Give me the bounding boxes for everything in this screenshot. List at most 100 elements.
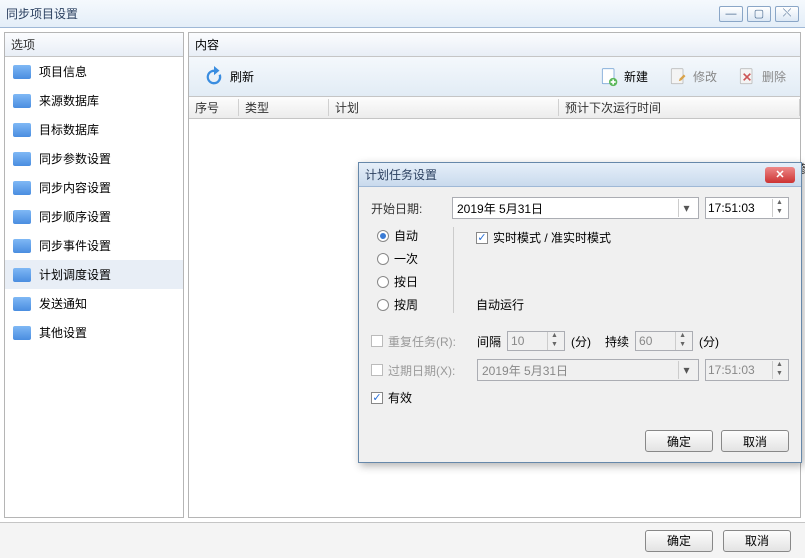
folder-icon — [13, 152, 31, 166]
duration-input[interactable]: 60 ▲▼ — [635, 331, 693, 351]
radio-daily[interactable]: 按日 — [377, 273, 453, 290]
time-spinner-icon[interactable]: ▲▼ — [772, 199, 786, 217]
window-controls: — ▢ ⤬ — [719, 6, 799, 22]
auto-run-text: 自动运行 — [476, 296, 789, 313]
duration-label: 持续 — [605, 333, 629, 350]
folder-icon — [13, 210, 31, 224]
sidebar-item-target-db[interactable]: 目标数据库 — [5, 115, 183, 144]
schedule-dialog: 计划任务设置 ✕ 开始日期: 2019年 5月31日 ▾ 17:51:03 ▲▼… — [358, 162, 802, 463]
edit-button[interactable]: 修改 — [660, 63, 725, 91]
main-cancel-button[interactable]: 取消 — [723, 530, 791, 552]
sidebar-item-label: 发送通知 — [39, 295, 87, 312]
th-plan[interactable]: 计划 — [329, 99, 559, 116]
mode-details: 实时模式 / 准实时模式 自动运行 — [453, 227, 789, 313]
dialog-ok-button[interactable]: 确定 — [645, 430, 713, 452]
radio-icon — [377, 276, 389, 288]
dialog-titlebar[interactable]: 计划任务设置 ✕ — [359, 163, 801, 187]
sidebar-list: 项目信息 来源数据库 目标数据库 同步参数设置 同步内容设置 同步顺序设置 同步… — [5, 57, 183, 517]
folder-icon — [13, 239, 31, 253]
main-footer: 确定 取消 — [0, 522, 805, 558]
folder-icon — [13, 268, 31, 282]
folder-icon — [13, 297, 31, 311]
maximize-button[interactable]: ▢ — [747, 6, 771, 22]
new-icon — [599, 67, 619, 87]
sidebar-item-label: 同步内容设置 — [39, 179, 111, 196]
time-spinner-icon[interactable]: ▲▼ — [772, 361, 786, 379]
expire-date-input[interactable]: 2019年 5月31日 ▾ — [477, 359, 699, 381]
sidebar-item-notify[interactable]: 发送通知 — [5, 289, 183, 318]
delete-button[interactable]: 删除 — [729, 63, 794, 91]
th-seq[interactable]: 序号 — [189, 99, 239, 116]
calendar-dropdown-icon[interactable]: ▾ — [678, 199, 694, 217]
radio-once[interactable]: 一次 — [377, 250, 453, 267]
expire-time-input[interactable]: 17:51:03 ▲▼ — [705, 359, 789, 381]
checkbox-icon — [371, 335, 383, 347]
new-label: 新建 — [624, 68, 648, 85]
start-date-row: 开始日期: 2019年 5月31日 ▾ 17:51:03 ▲▼ — [371, 197, 789, 219]
sidebar-item-label: 目标数据库 — [39, 121, 99, 138]
sidebar-item-sync-order[interactable]: 同步顺序设置 — [5, 202, 183, 231]
interval-value: 10 — [511, 334, 524, 348]
expire-row: 过期日期(X): 2019年 5月31日 ▾ 17:51:03 ▲▼ — [371, 359, 789, 381]
expire-date-value: 2019年 5月31日 — [482, 362, 568, 379]
start-date-value: 2019年 5月31日 — [457, 200, 543, 217]
refresh-icon — [203, 66, 225, 88]
valid-row: 有效 — [371, 389, 789, 406]
th-next-run[interactable]: 预计下次运行时间 — [559, 99, 800, 116]
repeat-label: 重复任务(R): — [388, 333, 456, 350]
th-type[interactable]: 类型 — [239, 99, 329, 116]
radio-label: 按周 — [394, 296, 418, 313]
folder-icon — [13, 123, 31, 137]
sidebar-item-label: 项目信息 — [39, 63, 87, 80]
radio-weekly[interactable]: 按周 — [377, 296, 453, 313]
sidebar: 选项 项目信息 来源数据库 目标数据库 同步参数设置 同步内容设置 同步顺序设置… — [4, 32, 184, 518]
sidebar-item-label: 同步事件设置 — [39, 237, 111, 254]
spinner-icon[interactable]: ▲▼ — [547, 332, 561, 350]
refresh-label: 刷新 — [230, 68, 254, 85]
expire-checkbox[interactable]: 过期日期(X): — [371, 362, 471, 379]
radio-label: 按日 — [394, 273, 418, 290]
sidebar-item-schedule[interactable]: 计划调度设置 — [5, 260, 183, 289]
dialog-title: 计划任务设置 — [365, 166, 765, 183]
sidebar-item-sync-content[interactable]: 同步内容设置 — [5, 173, 183, 202]
sidebar-item-source-db[interactable]: 来源数据库 — [5, 86, 183, 115]
toolbar: 刷新 新建 修改 删除 — [189, 57, 800, 97]
main-ok-button[interactable]: 确定 — [645, 530, 713, 552]
sidebar-item-sync-events[interactable]: 同步事件设置 — [5, 231, 183, 260]
start-time-input[interactable]: 17:51:03 ▲▼ — [705, 197, 789, 219]
valid-label: 有效 — [388, 389, 412, 406]
window-title: 同步项目设置 — [6, 5, 719, 22]
valid-checkbox[interactable]: 有效 — [371, 389, 412, 406]
start-date-input[interactable]: 2019年 5月31日 ▾ — [452, 197, 699, 219]
realtime-checkbox[interactable]: 实时模式 / 准实时模式 — [476, 229, 789, 246]
duration-unit: (分) — [699, 333, 719, 350]
folder-icon — [13, 94, 31, 108]
radio-auto[interactable]: 自动 — [377, 227, 453, 244]
spinner-icon[interactable]: ▲▼ — [675, 332, 689, 350]
sidebar-item-other[interactable]: 其他设置 — [5, 318, 183, 347]
sidebar-item-sync-params[interactable]: 同步参数设置 — [5, 144, 183, 173]
folder-icon — [13, 181, 31, 195]
minimize-button[interactable]: — — [719, 6, 743, 22]
repeat-row: 重复任务(R): 间隔 10▲▼ (分) 持续 60▲▼ (分) — [371, 331, 789, 351]
new-button[interactable]: 新建 — [591, 63, 656, 91]
radio-icon — [377, 299, 389, 311]
sidebar-item-project-info[interactable]: 项目信息 — [5, 57, 183, 86]
refresh-button[interactable]: 刷新 — [195, 62, 262, 92]
sidebar-item-label: 同步参数设置 — [39, 150, 111, 167]
dialog-buttons: 确定 取消 — [359, 424, 801, 462]
dialog-close-button[interactable]: ✕ — [765, 167, 795, 183]
sidebar-item-label: 来源数据库 — [39, 92, 99, 109]
calendar-dropdown-icon[interactable]: ▾ — [678, 361, 694, 379]
interval-input[interactable]: 10 ▲▼ — [507, 331, 565, 351]
duration-value: 60 — [639, 334, 652, 348]
edit-label: 修改 — [693, 68, 717, 85]
radio-group: 自动 一次 按日 按周 — [371, 227, 453, 313]
table-header: 序号 类型 计划 预计下次运行时间 — [189, 97, 800, 119]
content-header: 内容 — [189, 33, 800, 57]
checkbox-icon — [371, 364, 383, 376]
repeat-checkbox[interactable]: 重复任务(R): — [371, 333, 471, 350]
radio-label: 自动 — [394, 227, 418, 244]
dialog-cancel-button[interactable]: 取消 — [721, 430, 789, 452]
close-button[interactable]: ⤬ — [775, 6, 799, 22]
